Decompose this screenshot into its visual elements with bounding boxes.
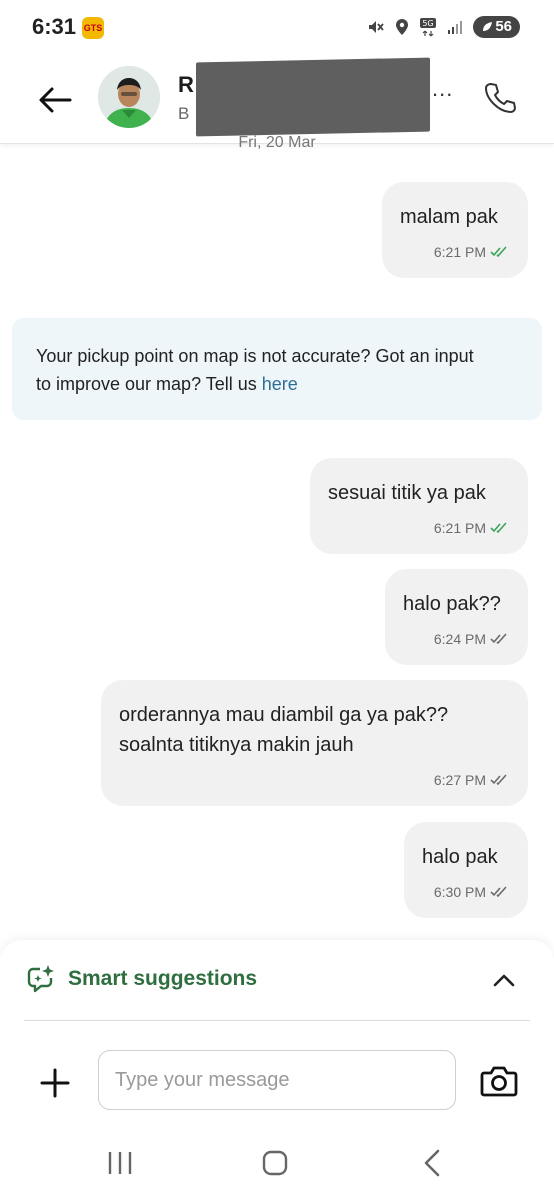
message-text-line1: orderannya mau diambil ga ya pak?? [119,704,449,726]
read-ticks-icon [490,246,507,258]
attach-button[interactable] [36,1064,74,1102]
message-input[interactable] [98,1050,456,1110]
message-meta: 6:21 PM [434,520,508,536]
message-time: 6:30 PM [433,884,486,900]
smart-suggestions-label: Smart suggestions [68,967,258,990]
message-text-line2: soalnta titiknya makin jauh [119,734,354,756]
phone-icon [485,83,516,113]
location-icon [396,19,409,35]
message-text: halo pak?? [403,593,501,615]
mute-icon [369,21,385,33]
message-time: 6:27 PM [433,772,486,788]
call-button[interactable] [478,76,522,120]
system-nav-bar [0,1130,554,1200]
banner-here-link[interactable]: here [262,374,298,394]
date-separator: Fri, 20 Mar [238,134,316,151]
message-bubble[interactable]: orderannya mau diambil ga ya pak?? soaln… [101,680,528,806]
leaf-icon [483,22,493,31]
status-time: 6:31 [32,14,77,39]
signal-icon [448,21,463,34]
chevron-up-icon [493,974,515,987]
back-button[interactable] [30,78,80,122]
camera-icon [480,1066,518,1097]
nav-back-icon[interactable] [420,1148,444,1178]
chat-header: R B ... [0,56,554,144]
message-bubble[interactable]: halo pak 6:30 PM [404,822,528,918]
message-meta: 6:30 PM [434,884,508,900]
app-notification-icon: GTS [82,17,104,39]
message-text: malam pak [400,206,498,228]
status-bar: 6:31 GTS 5G 56 [0,0,554,56]
message-meta: 6:24 PM [434,631,508,647]
5g-icon: 5G [420,18,437,37]
delivered-ticks-icon [490,633,507,645]
banner-text-line1: Your pickup point on map is not accurate… [36,346,474,366]
battery-level: 56 [495,18,512,35]
redaction-block [196,57,430,137]
map-feedback-banner: Your pickup point on map is not accurate… [12,318,542,420]
smart-suggestions-row[interactable]: Smart suggestions [0,940,554,1020]
avatar[interactable] [98,66,160,128]
message-time: 6:24 PM [433,631,486,647]
contact-name: R [178,72,194,97]
nav-recents-icon[interactable] [106,1150,134,1176]
read-ticks-icon [490,522,507,534]
banner-text-line2: to improve our map? Tell us [36,374,262,394]
message-text: halo pak [422,846,498,868]
message-meta: 6:27 PM [434,772,508,788]
delivered-ticks-icon [490,774,507,786]
message-text: sesuai titik ya pak [328,482,486,504]
back-arrow-icon [39,87,72,113]
delivered-ticks-icon [490,886,507,898]
plus-icon [40,1068,70,1098]
name-truncation: ... [432,76,454,101]
battery-indicator: 56 [473,16,520,38]
message-bubble[interactable]: malam pak 6:21 PM [382,182,528,278]
suggestions-toggle-button[interactable] [488,966,520,994]
nav-home-icon[interactable] [262,1150,288,1176]
contact-subtitle: B [178,104,190,123]
message-bubble[interactable]: sesuai titik ya pak 6:21 PM [310,458,528,554]
camera-button[interactable] [478,1060,520,1102]
sparkle-chat-icon [27,965,54,993]
driver-photo [98,66,160,128]
message-time: 6:21 PM [433,520,486,536]
message-time: 6:21 PM [433,244,486,260]
svg-text:5G: 5G [423,19,434,28]
message-meta: 6:21 PM [434,244,508,260]
status-icons: 5G 56 [367,16,520,38]
divider [24,1020,530,1021]
message-bubble[interactable]: halo pak?? 6:24 PM [385,569,528,665]
